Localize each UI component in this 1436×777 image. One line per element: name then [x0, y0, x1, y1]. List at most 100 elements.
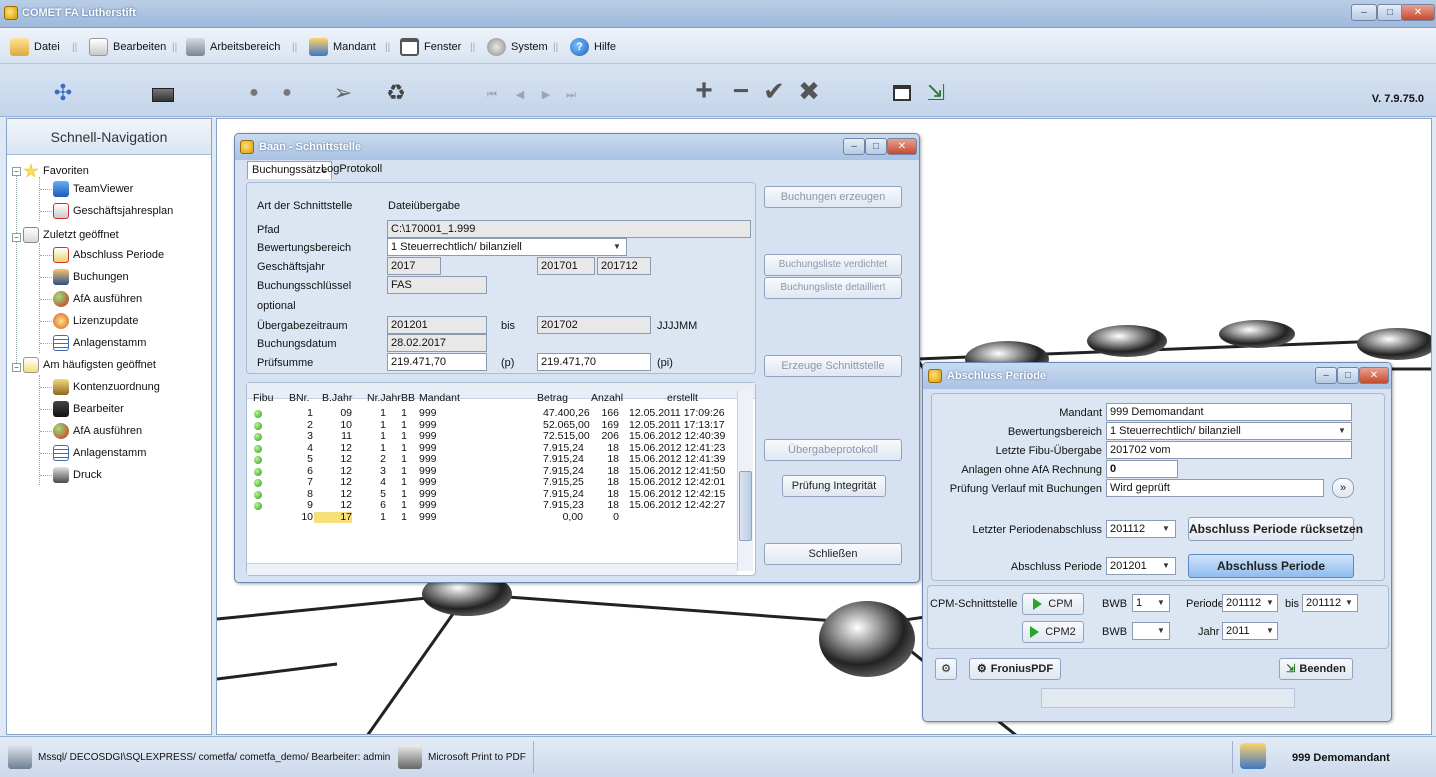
beenden-button[interactable]: ⇲ Beenden	[1279, 658, 1353, 680]
table-row[interactable]: 2 10 1 1 999 52.065,00 169 12.05.2011 17:13:17	[247, 419, 735, 431]
screen-icon[interactable]	[150, 82, 176, 108]
chevron-down-icon[interactable]: ▼	[1160, 558, 1172, 574]
chevron-down-icon[interactable]: ▼	[1264, 623, 1276, 639]
ohne-afa-field[interactable]: 0	[1106, 460, 1178, 478]
bs-field[interactable]: FAS	[387, 276, 487, 294]
col-betrag[interactable]: Betrag	[537, 393, 568, 404]
remove-icon[interactable]: −	[727, 77, 755, 105]
tree-item-bearbeiter[interactable]: Bearbeiter	[53, 399, 124, 419]
col-nrjahr[interactable]: Nr.Jahr	[367, 393, 401, 404]
col-mandant[interactable]: Mandant	[419, 393, 460, 404]
toggle-favoriten[interactable]: −	[12, 167, 21, 176]
pfad-field[interactable]: C:\170001_1.999	[387, 220, 751, 238]
table-row[interactable]: 9 12 6 1 999 7.915,23 18 15.06.2012 12:42:27	[247, 500, 735, 511]
toggle-zuletzt[interactable]: −	[12, 233, 21, 242]
printer-icon[interactable]	[398, 745, 422, 769]
tree-item-abschluss-periode[interactable]: Abschluss Periode	[53, 245, 164, 265]
tree-item-anlagenstamm-2[interactable]: Anlagenstamm	[53, 443, 146, 463]
record-next-icon[interactable]: ●	[278, 80, 296, 106]
col-erstellt[interactable]: erstellt	[667, 393, 698, 404]
baan-close-button[interactable]: ✕	[887, 138, 917, 155]
menu-system[interactable]: System	[487, 37, 548, 57]
tree-item-buchungen[interactable]: Buchungen	[53, 267, 129, 287]
table-row[interactable]: 1 09 1 1 999 47.400,26 166 12.05.2011 17:09:26	[247, 408, 735, 419]
table-row[interactable]: 8 12 5 1 999 7.915,24 18 15.06.2012 12:42:15	[247, 488, 735, 500]
chevron-down-icon[interactable]: ▼	[1155, 623, 1167, 639]
psi-field[interactable]: 219.471,70	[537, 353, 651, 371]
fronius-pdf-button[interactable]: ⚙ FroniusPDF	[969, 658, 1061, 680]
ps-field[interactable]: 219.471,70	[387, 353, 487, 371]
cancel-icon[interactable]: ✖	[795, 78, 823, 104]
gj-to-field[interactable]: 201712	[597, 257, 651, 275]
tree-item-geschaeftsjahresplan[interactable]: Geschäftsjahresplan	[53, 201, 173, 221]
bewertung-select[interactable]: 1 Steuerrechtlich/ bilanziell	[387, 238, 627, 256]
pruefung-field[interactable]: Wird geprüft	[1106, 479, 1324, 497]
confirm-icon[interactable]: ✔	[760, 78, 788, 104]
tree-item-teamviewer[interactable]: TeamViewer	[53, 179, 133, 199]
table-row[interactable]: 10 17 1 1 999 0,00 0	[247, 511, 735, 523]
grid-scroll-thumb[interactable]	[739, 471, 752, 541]
refresh-icon[interactable]: ♻	[383, 80, 409, 106]
menu-mandant[interactable]: Mandant	[309, 37, 376, 57]
menu-bearbeiten[interactable]: Bearbeiten	[89, 37, 166, 57]
table-row[interactable]: 6 12 3 1 999 7.915,24 18 15.06.2012 12:41:50	[247, 465, 735, 477]
close-button[interactable]: ✕	[1401, 4, 1435, 21]
schliessen-button[interactable]: Schließen	[764, 543, 902, 565]
mandant-field[interactable]: 999 Demomandant	[1106, 403, 1352, 421]
col-bb[interactable]: BB	[401, 393, 415, 404]
col-bjahr[interactable]: B.Jahr	[322, 393, 352, 404]
record-prev-icon[interactable]: ●	[245, 80, 263, 106]
uz-to-field[interactable]: 201702	[537, 316, 651, 334]
baan-minimize-button[interactable]: –	[843, 138, 865, 155]
buchungen-erzeugen-button[interactable]: Buchungen erzeugen	[764, 186, 902, 208]
menu-datei[interactable]: Datei	[10, 37, 60, 57]
table-row[interactable]: 5 12 2 1 999 7.915,24 18 15.06.2012 12:41:39	[247, 454, 735, 465]
add-icon[interactable]: +	[690, 76, 718, 106]
chevron-down-icon[interactable]: ▼	[1160, 521, 1172, 537]
chevron-down-icon[interactable]: ▼	[1155, 595, 1167, 611]
buchungsliste-detailliert-button[interactable]: Buchungsliste detailliert	[764, 277, 902, 299]
chevron-down-icon[interactable]: ▼	[1264, 595, 1276, 611]
tree-group-favoriten[interactable]: Favoriten	[23, 161, 89, 181]
uebergabeprotokoll-button[interactable]: Übergabeprotokoll	[764, 439, 902, 461]
gj-from-field[interactable]: 201701	[537, 257, 595, 275]
grid-vscrollbar[interactable]	[737, 391, 753, 571]
first-record-icon[interactable]: ⏮	[484, 82, 500, 108]
baan-maximize-button[interactable]: □	[865, 138, 887, 155]
tab-logprotokoll[interactable]: LogProtokoll	[317, 161, 386, 179]
grid-hscrollbar[interactable]	[247, 563, 737, 575]
gj-field[interactable]: 2017	[387, 257, 441, 275]
send-icon[interactable]: ➢	[330, 80, 356, 106]
col-fibu[interactable]: Fibu	[253, 393, 273, 404]
toggle-haeufigsten[interactable]: −	[12, 363, 21, 372]
tree-item-lizenzupdate[interactable]: Lizenzupdate	[53, 311, 138, 331]
abschluss-periode-button[interactable]: Abschluss Periode	[1188, 554, 1354, 578]
minimize-button[interactable]: –	[1351, 4, 1377, 21]
menu-fenster[interactable]: Fenster	[400, 37, 461, 57]
ruecksetzen-button[interactable]: Abschluss Periode rücksetzen	[1188, 517, 1363, 541]
pruefung-integritaet-button[interactable]: Prüfung Integrität	[782, 475, 886, 497]
uz-from-field[interactable]: 201201	[387, 316, 487, 334]
tree-item-afa-ausfuehren[interactable]: AfA ausführen	[53, 289, 142, 309]
chevron-down-icon[interactable]: ▼	[611, 239, 623, 255]
tree-item-afa-ausfuehren-2[interactable]: AfA ausführen	[53, 421, 142, 441]
close-window-icon[interactable]	[890, 80, 914, 106]
maximize-button[interactable]: □	[1377, 4, 1403, 21]
cpm2-button[interactable]: CPM2	[1022, 621, 1084, 643]
chevron-down-icon[interactable]: ▼	[1343, 595, 1355, 611]
cpm-button[interactable]: CPM	[1022, 593, 1084, 615]
tree-group-haeufigsten[interactable]: Am häufigsten geöffnet	[23, 355, 156, 375]
col-anzahl[interactable]: Anzahl	[591, 393, 623, 404]
buchungsliste-verdichtet-button[interactable]: Buchungsliste verdichtet	[764, 254, 902, 276]
table-row[interactable]: 7 12 4 1 999 7.915,25 18 15.06.2012 12:42:01	[247, 477, 735, 488]
abschluss-minimize-button[interactable]: –	[1315, 367, 1337, 384]
bewertung-select-2[interactable]: 1 Steuerrechtlich/ bilanziell	[1106, 422, 1352, 440]
menu-arbeitsbereich[interactable]: Arbeitsbereich	[186, 37, 280, 57]
next-record-icon[interactable]: ▶	[538, 82, 554, 108]
printer-status[interactable]: Microsoft Print to PDF	[428, 751, 526, 765]
last-record-icon[interactable]: ⏭	[563, 82, 579, 108]
tree-item-anlagenstamm[interactable]: Anlagenstamm	[53, 333, 146, 353]
abschluss-close-button[interactable]: ✕	[1359, 367, 1389, 384]
prev-record-icon[interactable]: ◀	[512, 82, 528, 108]
settings-icon[interactable]: ⚙	[935, 658, 957, 680]
